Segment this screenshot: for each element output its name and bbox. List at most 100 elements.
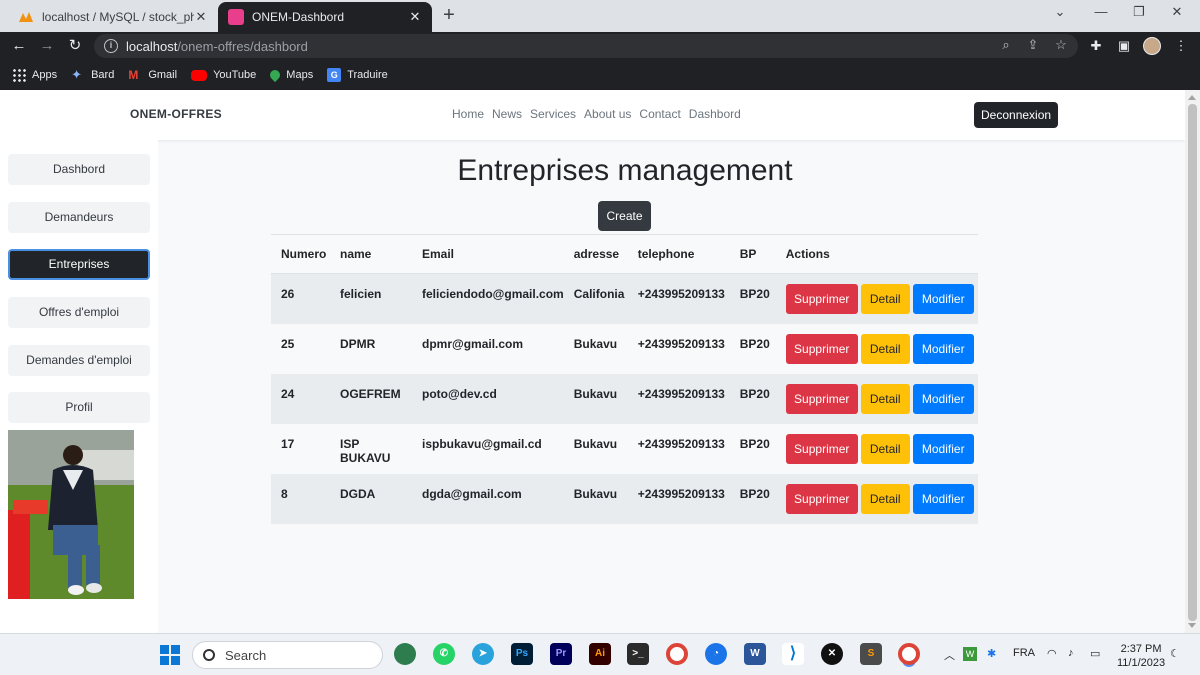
forward-arrow-icon[interactable]: →: [37, 36, 57, 56]
cell-telephone: +243995209133: [637, 486, 725, 501]
back-arrow-icon[interactable]: ←: [9, 36, 29, 56]
photoshop-icon[interactable]: Ps: [511, 643, 533, 665]
minimize-button[interactable]: —: [1086, 4, 1116, 19]
terminal-icon[interactable]: >_: [627, 643, 649, 665]
windows-start-icon[interactable]: [160, 645, 180, 665]
x-app-icon[interactable]: ✕: [821, 643, 843, 665]
maximize-button[interactable]: ❐: [1124, 4, 1154, 20]
extensions-icon[interactable]: ✚: [1087, 37, 1105, 55]
nav-about-us[interactable]: About us: [584, 107, 631, 121]
bookmark-traduire[interactable]: G Traduire: [327, 68, 388, 82]
edit-button[interactable]: Modifier: [912, 284, 974, 314]
wifi-icon[interactable]: ◠: [1047, 647, 1057, 660]
site-info-icon[interactable]: i: [104, 39, 118, 53]
cell-bp: BP20: [739, 386, 770, 401]
page-title: Entreprises management: [457, 154, 793, 187]
sidebar-item-demandeurs[interactable]: Demandeurs: [8, 202, 150, 233]
delete-button[interactable]: Supprimer: [785, 383, 858, 414]
create-button[interactable]: Create: [598, 201, 651, 231]
bookmark-maps[interactable]: Maps: [268, 67, 313, 83]
share-icon[interactable]: ⇪: [1025, 37, 1041, 53]
tab-title: localhost / MySQL / stock_pharm: [42, 10, 194, 24]
telegram-icon[interactable]: ➤: [472, 643, 494, 665]
delete-button[interactable]: Supprimer: [785, 333, 858, 364]
reload-icon[interactable]: ↻: [65, 36, 85, 56]
volume-icon[interactable]: ♪: [1068, 647, 1074, 659]
browser-menu-icon[interactable]: ⋮: [1172, 37, 1190, 55]
edit-button[interactable]: Modifier: [912, 433, 974, 464]
cell-telephone: +243995209133: [637, 287, 725, 301]
word-icon[interactable]: W: [744, 643, 766, 665]
bookmark-star-icon[interactable]: ☆: [1053, 37, 1069, 53]
language-indicator[interactable]: FRA: [1013, 647, 1035, 659]
edit-button[interactable]: Modifier: [912, 483, 974, 514]
battery-icon[interactable]: ▭: [1090, 647, 1100, 660]
sidebar-item-profil[interactable]: Profil: [8, 392, 150, 423]
detail-button[interactable]: Detail: [860, 433, 910, 464]
apps-grid-icon: [12, 68, 26, 82]
bookmark-bard[interactable]: ✦ Bard: [71, 68, 114, 82]
zoom-icon[interactable]: ⌕: [998, 37, 1014, 53]
delete-button[interactable]: Supprimer: [785, 433, 858, 464]
sublime-icon[interactable]: S: [860, 643, 882, 665]
illustrator-icon[interactable]: Ai: [589, 643, 611, 665]
cell-bp: BP20: [739, 287, 770, 301]
edit-button[interactable]: Modifier: [912, 383, 974, 414]
nav-contact[interactable]: Contact: [639, 107, 680, 121]
detail-button[interactable]: Detail: [860, 284, 910, 314]
close-tab-icon[interactable]: ✕: [408, 9, 422, 25]
notifications-icon[interactable]: ☾: [1170, 647, 1180, 660]
close-window-button[interactable]: ✕: [1162, 4, 1192, 20]
side-panel-icon[interactable]: ▣: [1115, 37, 1133, 55]
nav-services[interactable]: Services: [530, 107, 576, 121]
weather-app-icon[interactable]: [394, 643, 416, 665]
whatsapp-icon[interactable]: ✆: [433, 643, 455, 665]
sidebar-item-offres-emploi[interactable]: Offres d'emploi: [8, 297, 150, 328]
new-tab-button[interactable]: +: [438, 5, 460, 27]
bluetooth-icon[interactable]: ✱: [987, 647, 996, 660]
bookmark-gmail[interactable]: M Gmail: [128, 68, 177, 82]
vscode-icon[interactable]: ⟩: [782, 643, 804, 665]
table-row: 25 DPMR dpmr@gmail.com Bukavu +243995209…: [271, 323, 978, 374]
cell-numero: 26: [281, 287, 295, 301]
tab-search-icon[interactable]: ⌄: [1045, 4, 1075, 20]
chrome-icon[interactable]: [666, 643, 688, 665]
maps-pin-icon: [268, 67, 283, 83]
premiere-icon[interactable]: Pr: [550, 643, 572, 665]
sidebar-item-entreprises[interactable]: Entreprises: [8, 249, 150, 280]
delete-button[interactable]: Supprimer: [785, 284, 858, 314]
tray-overflow-icon[interactable]: ︿: [944, 647, 955, 663]
delete-button[interactable]: Supprimer: [785, 483, 858, 514]
close-tab-icon[interactable]: ✕: [194, 9, 208, 25]
page-scrollbar[interactable]: [1185, 90, 1200, 633]
logout-button[interactable]: Deconnexion: [974, 102, 1059, 128]
nav-home[interactable]: Home: [452, 107, 484, 121]
detail-button[interactable]: Detail: [860, 333, 910, 364]
tray-app-icon[interactable]: W: [963, 647, 977, 661]
translate-icon: G: [327, 68, 342, 82]
cell-adresse: Bukavu: [573, 336, 618, 351]
tab-phpmyadmin[interactable]: localhost / MySQL / stock_pharm ✕: [8, 2, 218, 32]
chrome-active-icon[interactable]: [898, 643, 920, 665]
bookmark-youtube[interactable]: YouTube: [191, 69, 256, 81]
address-bar[interactable]: i localhost/onem-offres/dashbord: [94, 34, 1078, 58]
scroll-up-icon[interactable]: [1188, 95, 1196, 100]
detail-button[interactable]: Detail: [860, 483, 910, 514]
bookmark-apps[interactable]: Apps: [12, 68, 57, 82]
scrollbar-thumb[interactable]: [1188, 104, 1197, 621]
tab-onem-dashbord[interactable]: ONEM-Dashbord ✕: [218, 2, 432, 32]
edit-button[interactable]: Modifier: [912, 333, 974, 364]
sidebar-item-demandes-emploi[interactable]: Demandes d'emploi: [8, 345, 150, 376]
taskbar-search-box[interactable]: Search: [192, 641, 383, 669]
profile-avatar[interactable]: [1143, 37, 1161, 55]
scroll-down-icon[interactable]: [1188, 623, 1196, 628]
column-header: BP: [729, 234, 776, 274]
nav-news[interactable]: News: [492, 107, 522, 121]
detail-button[interactable]: Detail: [860, 383, 910, 414]
cell-telephone: +243995209133: [637, 336, 725, 351]
clock[interactable]: 2:37 PM 11/1/2023: [1117, 642, 1165, 670]
nav-dashbord[interactable]: Dashbord: [689, 107, 741, 121]
table-row: 8 DGDA dgda@gmail.com Bukavu +2439952091…: [271, 473, 978, 524]
brand-logo[interactable]: ONEM-OFFRES: [130, 107, 222, 121]
edge-alt-icon[interactable]: ◔: [705, 643, 727, 665]
